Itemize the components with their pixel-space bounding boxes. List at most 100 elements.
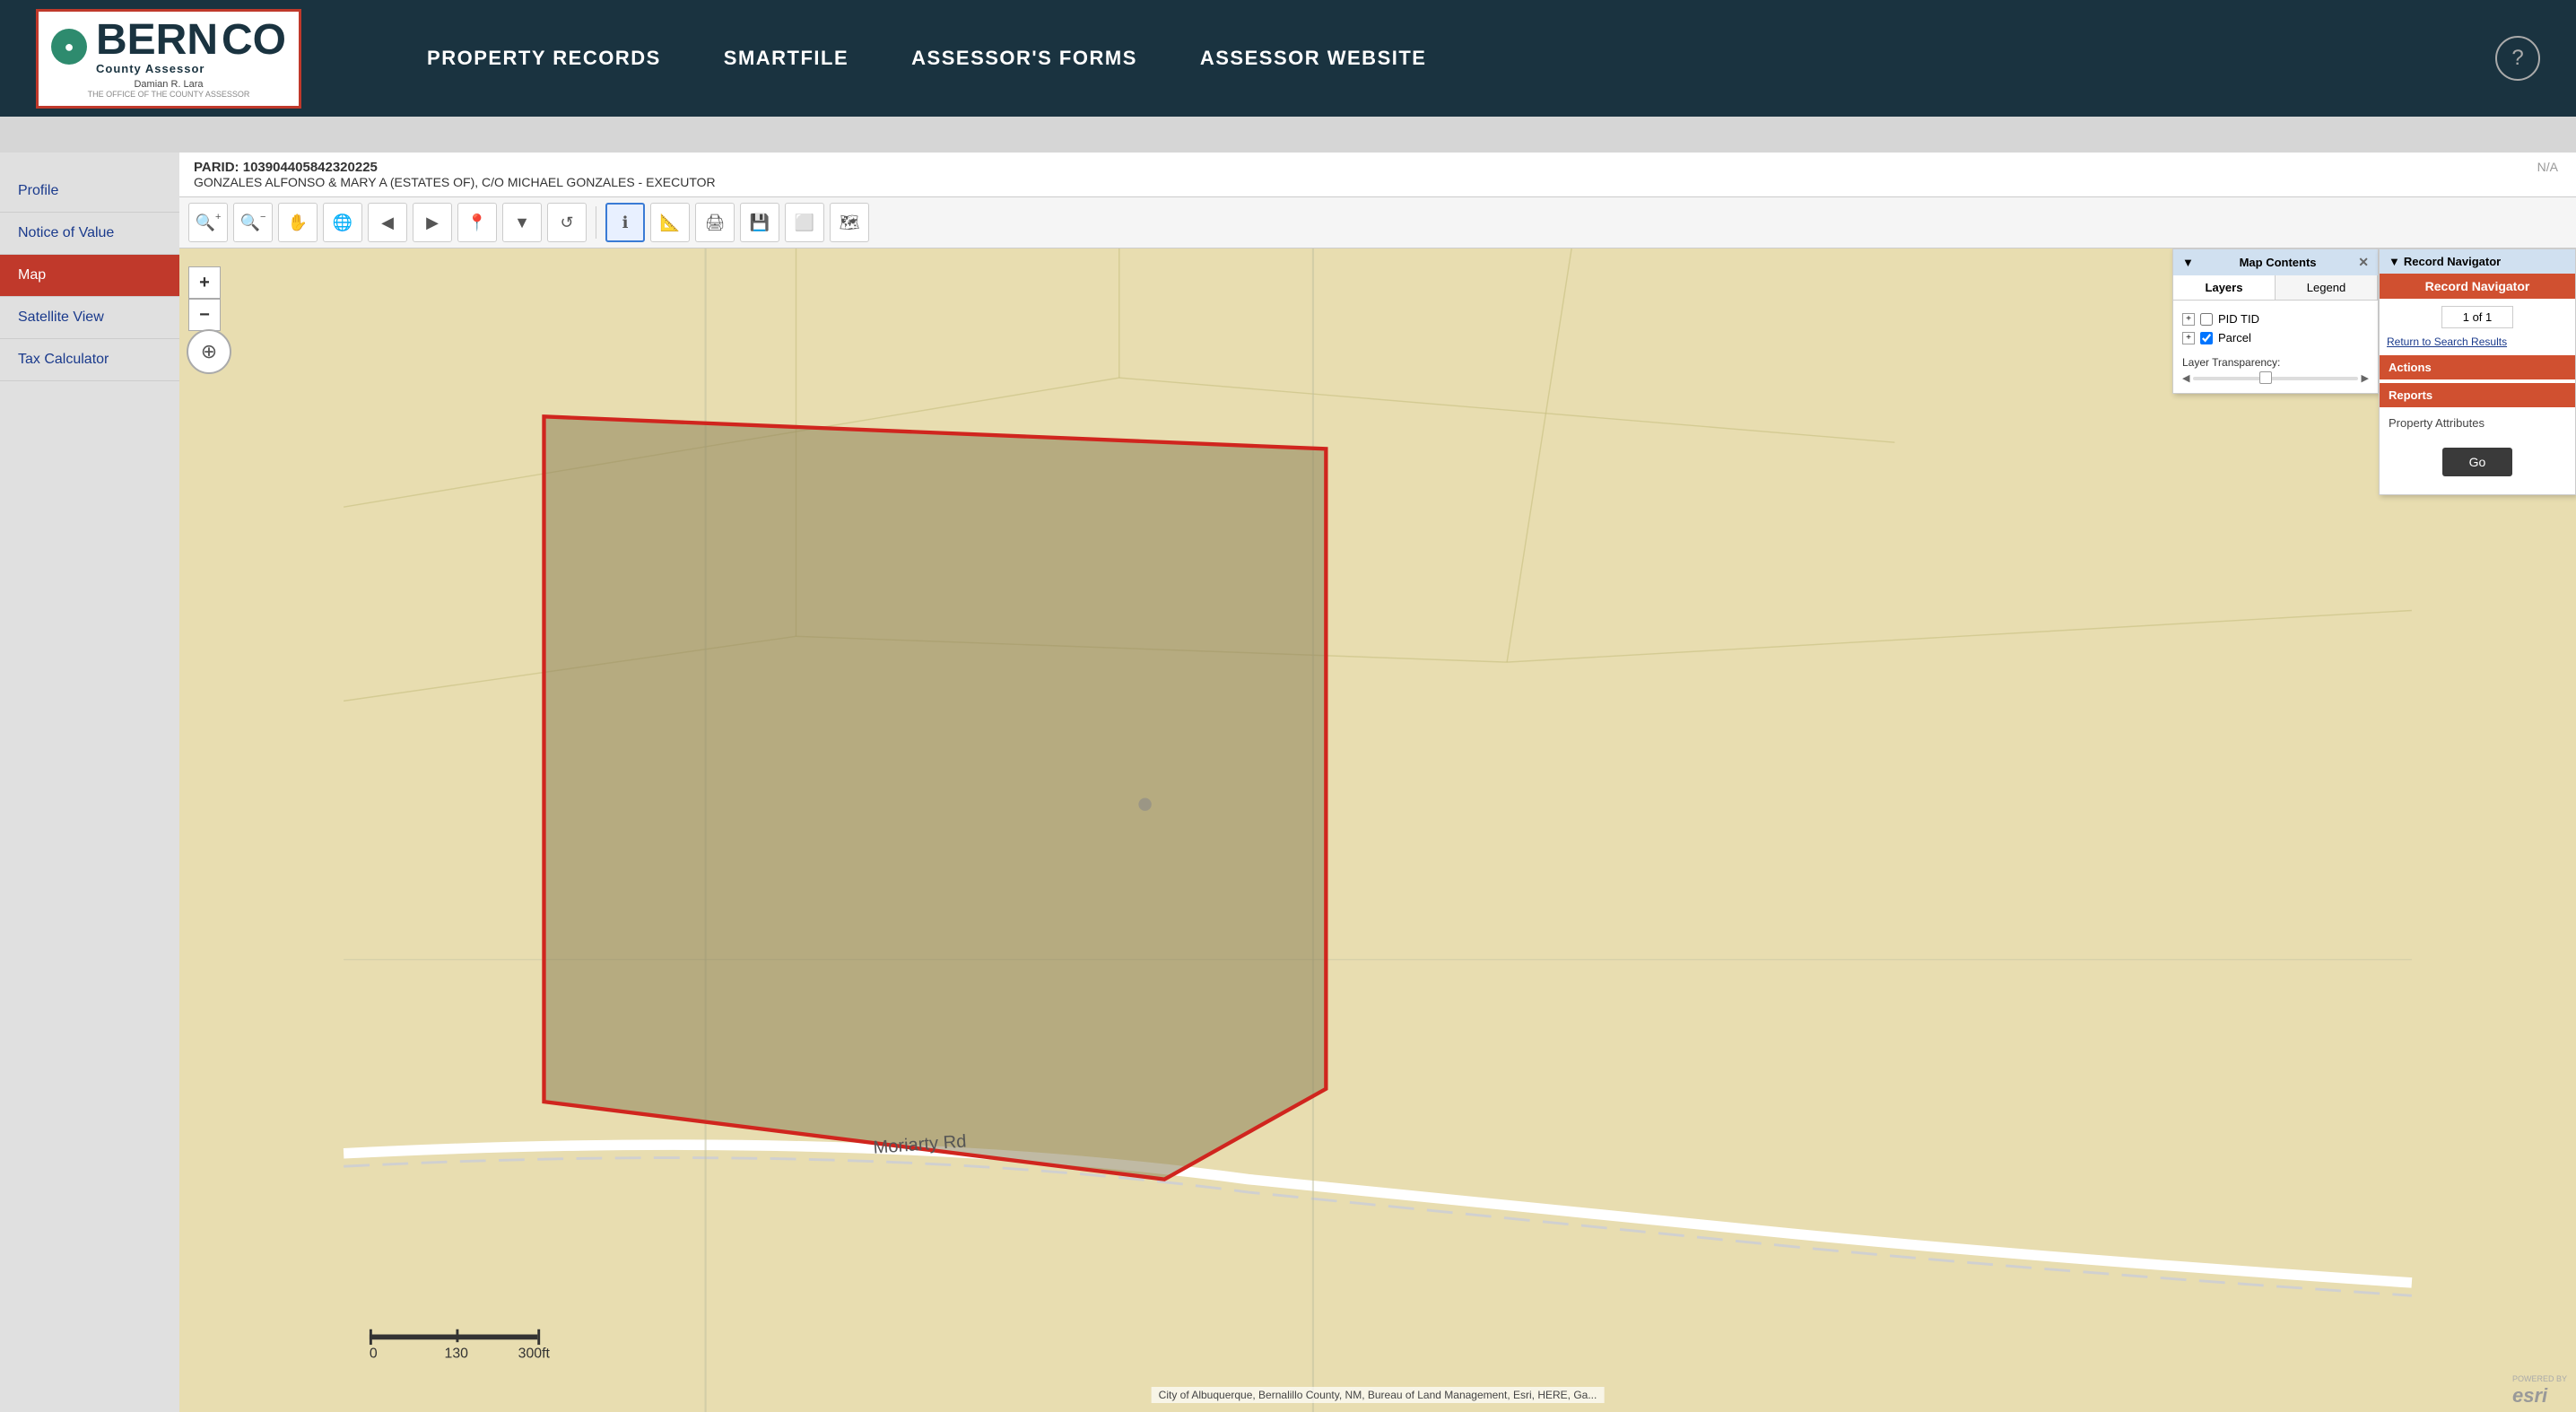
transparency-slider-container: ◀ ▶ xyxy=(2182,372,2369,384)
export-button[interactable]: 💾 xyxy=(740,203,779,242)
record-navigator-nav-row xyxy=(2380,299,2575,336)
svg-text:300ft: 300ft xyxy=(518,1346,551,1361)
layer-pid-tid-checkbox[interactable] xyxy=(2200,313,2213,326)
info-icon: ℹ xyxy=(622,214,629,232)
main-content: Profile Notice of Value Map Satellite Vi… xyxy=(0,153,2576,1412)
map-area: PARID: 103904405842320225 GONZALES ALFON… xyxy=(179,153,2576,1412)
logo-role: THE OFFICE OF THE COUNTY ASSESSOR xyxy=(88,90,250,99)
nav-smartfile[interactable]: SMARTFILE xyxy=(724,47,849,70)
transparency-label: Layer Transparency: xyxy=(2182,356,2280,369)
export-icon: 💾 xyxy=(750,214,770,232)
logo-icon: ● xyxy=(51,29,87,65)
logo-subtitle: County Assessor xyxy=(96,62,286,75)
dropdown-button[interactable]: ▼ xyxy=(502,203,542,242)
zoom-in-map-button[interactable]: + xyxy=(188,266,221,299)
tab-layers[interactable]: Layers xyxy=(2173,275,2276,300)
map-viewport[interactable]: Moriarty Rd 0 130 300ft + − ⊕ xyxy=(179,248,2576,1412)
record-navigator-expand-icon: ▼ xyxy=(2389,255,2400,268)
sidebar-item-notice-of-value[interactable]: Notice of Value xyxy=(0,213,179,255)
map-contents-expand-icon: ▼ xyxy=(2182,256,2194,269)
window-button[interactable]: ⬜ xyxy=(785,203,824,242)
zoom-out-map-button[interactable]: − xyxy=(188,299,221,331)
prev-icon: ◀ xyxy=(381,214,394,232)
sidebar-item-profile[interactable]: Profile xyxy=(0,170,179,213)
measure-button[interactable]: 📐 xyxy=(650,203,690,242)
record-navigator-header-title: Record Navigator xyxy=(2404,255,2501,268)
na-badge: N/A xyxy=(2537,160,2558,174)
nav-assessors-forms[interactable]: ASSESSOR'S FORMS xyxy=(911,47,1137,70)
transparency-slider-thumb[interactable] xyxy=(2259,371,2272,384)
globe-button[interactable]: 🌐 xyxy=(323,203,362,242)
reports-section: Reports xyxy=(2380,383,2575,407)
logo: ● BERN CO County Assessor Damian R. Lara… xyxy=(36,9,301,109)
dropdown-icon: ▼ xyxy=(514,214,530,232)
window-icon: ⬜ xyxy=(795,214,814,232)
sidebar-item-satellite-view[interactable]: Satellite View xyxy=(0,297,179,339)
sidebar-item-map[interactable]: Map xyxy=(0,255,179,297)
help-button[interactable]: ? xyxy=(2495,36,2540,81)
map-svg: Moriarty Rd 0 130 300ft xyxy=(179,248,2576,1412)
map-contents-header: ▼ Map Contents ✕ xyxy=(2173,249,2378,275)
attribution-text: City of Albuquerque, Bernalillo County, … xyxy=(1152,1387,1605,1403)
layer-parcel: + Parcel xyxy=(2182,328,2369,347)
compass-button[interactable]: ⊕ xyxy=(187,329,231,374)
print-icon: 🖨 xyxy=(705,214,726,232)
svg-text:0: 0 xyxy=(370,1346,378,1361)
actions-section: Actions xyxy=(2380,355,2575,379)
zoom-controls: + − xyxy=(188,266,221,331)
tab-legend[interactable]: Legend xyxy=(2276,275,2378,300)
go-button[interactable]: Go xyxy=(2442,448,2513,476)
owner-line: GONZALES ALFONSO & MARY A (ESTATES OF), … xyxy=(194,175,2562,189)
slider-left-arrow[interactable]: ◀ xyxy=(2182,372,2189,384)
svg-text:130: 130 xyxy=(445,1346,469,1361)
sidebar-item-tax-calculator[interactable]: Tax Calculator xyxy=(0,339,179,381)
map-contents-tabs: Layers Legend xyxy=(2173,275,2378,301)
layers-button[interactable]: 🗺 xyxy=(830,203,869,242)
logo-co: CO xyxy=(222,19,286,62)
globe-icon: 🌐 xyxy=(333,214,352,232)
return-to-search-results-link[interactable]: Return to Search Results xyxy=(2380,336,2575,355)
zoom-in-button[interactable]: 🔍+ xyxy=(188,203,228,242)
record-navigator-input[interactable] xyxy=(2441,306,2513,328)
header: ● BERN CO County Assessor Damian R. Lara… xyxy=(0,0,2576,117)
layer-parcel-checkbox[interactable] xyxy=(2200,332,2213,344)
map-info-bar: PARID: 103904405842320225 GONZALES ALFON… xyxy=(179,153,2576,197)
layer-pid-tid-expand[interactable]: + xyxy=(2182,313,2195,326)
bookmark-button[interactable]: 📍 xyxy=(457,203,497,242)
main-nav: PROPERTY RECORDS SMARTFILE ASSESSOR'S FO… xyxy=(427,47,1426,70)
layer-pid-tid: + PID TID xyxy=(2182,309,2369,328)
bookmark-icon: 📍 xyxy=(467,214,487,232)
layer-pid-tid-label: PID TID xyxy=(2218,312,2259,326)
select-icon: ↺ xyxy=(560,214,573,232)
road-label-text: Moriarty Rd xyxy=(873,1132,967,1158)
nav-property-records[interactable]: PROPERTY RECORDS xyxy=(427,47,661,70)
next-button[interactable]: ▶ xyxy=(413,203,452,242)
map-contents-panel: ▼ Map Contents ✕ Layers Legend + PID TID xyxy=(2172,248,2379,394)
transparency-slider-track[interactable] xyxy=(2193,377,2357,380)
info-button[interactable]: ℹ xyxy=(605,203,645,242)
prev-button[interactable]: ◀ xyxy=(368,203,407,242)
pan-button[interactable]: ✋ xyxy=(278,203,318,242)
logo-person: Damian R. Lara xyxy=(134,79,203,90)
logo-bern: BERN xyxy=(96,19,218,62)
nav-assessor-website[interactable]: ASSESSOR WEBSITE xyxy=(1200,47,1427,70)
slider-right-arrow[interactable]: ▶ xyxy=(2362,372,2369,384)
parid-line: PARID: 103904405842320225 xyxy=(194,160,2562,175)
layer-parcel-label: Parcel xyxy=(2218,331,2251,344)
layer-parcel-expand[interactable]: + xyxy=(2182,332,2195,344)
print-button[interactable]: 🖨 xyxy=(695,203,735,242)
zoom-out-button[interactable]: 🔍− xyxy=(233,203,273,242)
record-navigator-title-bar: Record Navigator xyxy=(2380,274,2575,299)
esri-logo: POWERED BY esri xyxy=(2512,1371,2567,1408)
zoom-out-icon: 🔍 xyxy=(240,214,260,232)
transparency-row: Layer Transparency: ◀ ▶ xyxy=(2182,356,2369,384)
select-button[interactable]: ↺ xyxy=(547,203,587,242)
property-attributes-link[interactable]: Property Attributes xyxy=(2380,407,2575,439)
parcel-fill xyxy=(544,416,1326,1179)
parid-label: PARID: xyxy=(194,160,239,175)
sub-header xyxy=(0,117,2576,153)
next-icon: ▶ xyxy=(426,214,439,232)
layers-icon: 🗺 xyxy=(840,214,860,232)
map-contents-close-button[interactable]: ✕ xyxy=(2358,255,2369,270)
record-navigator-header: ▼ Record Navigator xyxy=(2380,249,2575,274)
